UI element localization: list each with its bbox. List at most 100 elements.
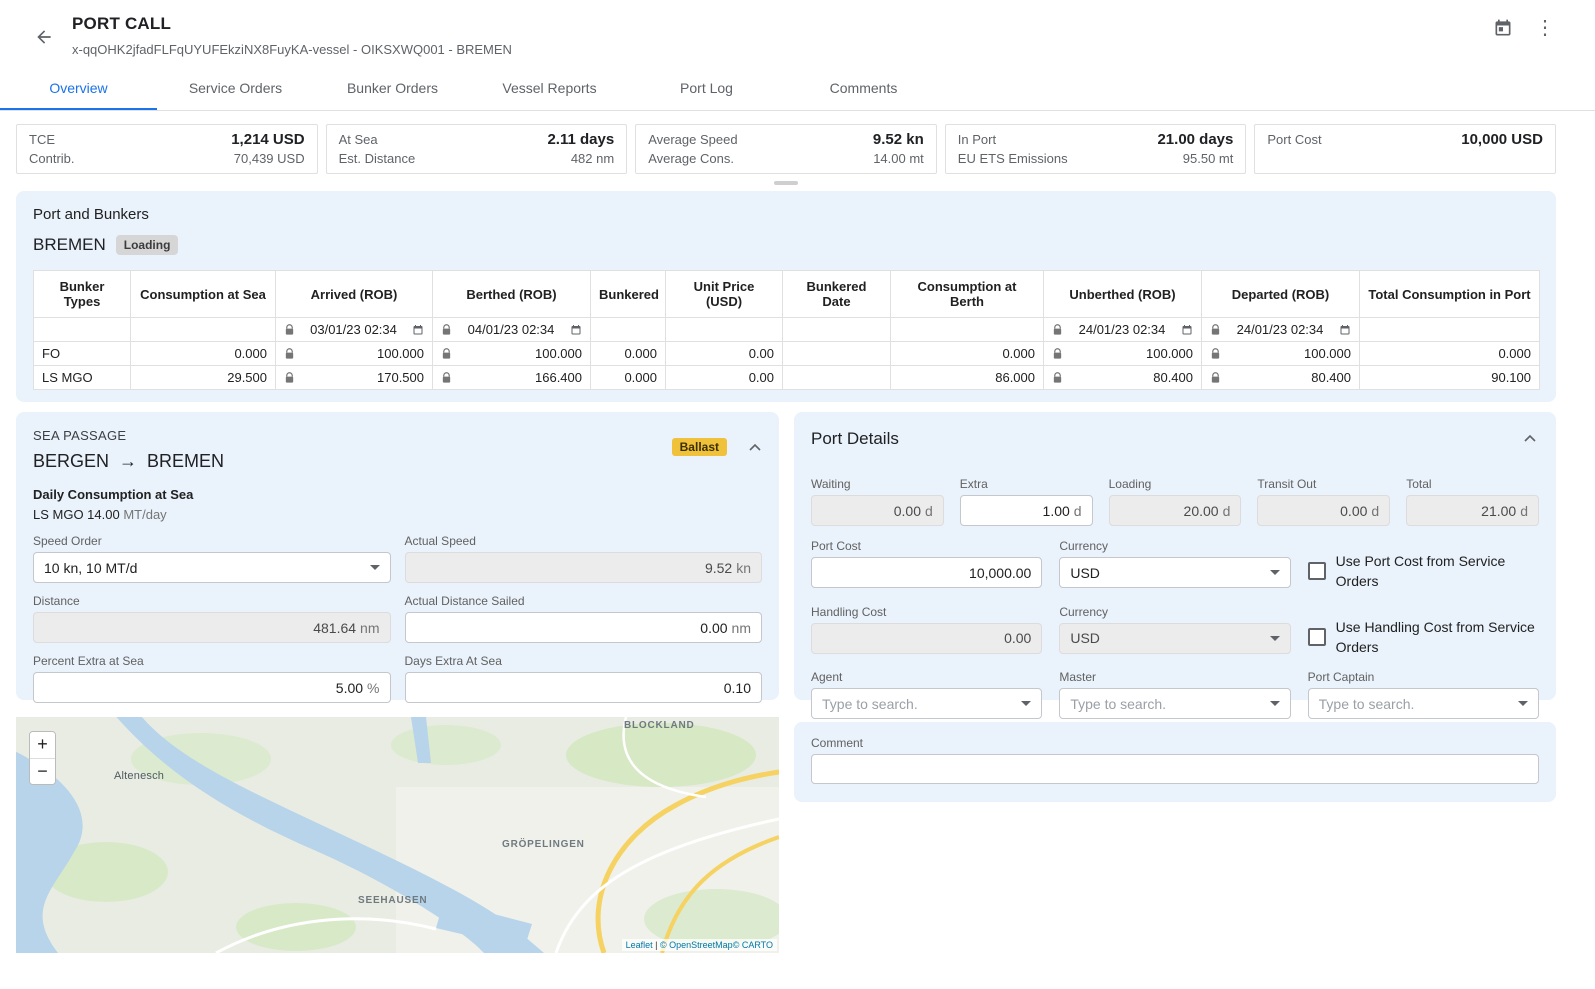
kpi-value: 9.52 kn (873, 131, 924, 148)
cell-bunkered-date[interactable] (783, 342, 891, 366)
loading-badge: Loading (116, 235, 179, 255)
kpi-label: Average Speed (648, 132, 737, 147)
cell-consumption-at-sea[interactable]: 0.000 (131, 342, 276, 366)
lock-icon (1052, 372, 1063, 384)
arrived-date-cell[interactable]: 03/01/23 02:34 (276, 318, 433, 342)
cell-unberthed-rob[interactable]: 80.400 (1044, 366, 1202, 390)
chevron-down-icon (1518, 701, 1528, 706)
carto-link[interactable]: © CARTO (733, 940, 773, 950)
cell-empty (1360, 318, 1540, 342)
currency-label: Currency (1059, 605, 1290, 619)
cell-total-consumption: 0.000 (1360, 342, 1540, 366)
use-port-cost-checkbox[interactable] (1308, 562, 1326, 580)
route-map[interactable]: BLOCKLAND Altenesch GRÖPELINGEN SEEHAUSE… (16, 717, 779, 953)
cell-arrived-rob[interactable]: 170.500 (276, 366, 433, 390)
back-button[interactable] (34, 17, 54, 57)
cell-berthed-rob[interactable]: 166.400 (433, 366, 591, 390)
percent-extra-label: Percent Extra at Sea (33, 654, 391, 668)
cell-arrived-rob[interactable]: 100.000 (276, 342, 433, 366)
kpi-label: TCE (29, 132, 55, 147)
cell-total-consumption: 90.100 (1360, 366, 1540, 390)
topbar: PORT CALL x-qqOHK2jfadFLFqUYUFEkziNX8Fuy… (0, 0, 1595, 57)
tab-bunker-orders[interactable]: Bunker Orders (314, 67, 471, 110)
zoom-in-button[interactable]: + (30, 732, 55, 758)
cell-bunkered-date[interactable] (783, 366, 891, 390)
kpi-card-port-cost: Port Cost10,000 USD (1254, 124, 1556, 174)
total-field: 21.00d (1406, 495, 1539, 526)
map-zoom-control: + − (29, 731, 56, 785)
agent-search-input[interactable]: Type to search. (811, 688, 1042, 719)
map-canvas: BLOCKLAND Altenesch GRÖPELINGEN SEEHAUSE… (16, 717, 779, 953)
arrived-date[interactable]: 03/01/23 02:34 (299, 322, 408, 337)
departed-date[interactable]: 24/01/23 02:34 (1225, 322, 1335, 337)
col-bunkered: Bunkered (591, 271, 666, 318)
speed-order-select[interactable]: 10 kn, 10 MT/d (33, 552, 391, 583)
chevron-down-icon (1270, 570, 1280, 575)
osm-link[interactable]: © OpenStreetMap (660, 940, 733, 950)
tab-comments[interactable]: Comments (785, 67, 942, 110)
kpi-value: 10,000 USD (1461, 131, 1543, 148)
port-cost-field[interactable]: 10,000.00 (811, 557, 1042, 588)
actual-speed-label: Actual Speed (405, 534, 763, 548)
comment-input[interactable] (811, 754, 1539, 784)
daily-consumption-label: Daily Consumption at Sea (33, 487, 762, 502)
cell-consumption-at-sea[interactable]: 29.500 (131, 366, 276, 390)
waiting-field: 0.00d (811, 495, 944, 526)
tab-vessel-reports[interactable]: Vessel Reports (471, 67, 628, 110)
zoom-out-button[interactable]: − (30, 758, 55, 784)
port-captain-search-input[interactable]: Type to search. (1308, 688, 1539, 719)
kpi-card-average-speed: Average Speed9.52 kn Average Cons.14.00 … (635, 124, 937, 174)
collapse-port-details-button[interactable] (1524, 434, 1536, 442)
kpi-subvalue: 14.00 mt (873, 151, 924, 166)
lock-icon (1052, 324, 1063, 336)
cell-bunkered[interactable]: 0.000 (591, 342, 666, 366)
cell-consumption-at-berth[interactable]: 0.000 (891, 342, 1044, 366)
cell-empty (666, 318, 783, 342)
cell-consumption-at-berth[interactable]: 86.000 (891, 366, 1044, 390)
map-label-altenesch: Altenesch (114, 770, 164, 782)
cell-unit-price[interactable]: 0.00 (666, 366, 783, 390)
unberthed-date-cell[interactable]: 24/01/23 02:34 (1044, 318, 1202, 342)
extra-field[interactable]: 1.00d (960, 495, 1093, 526)
col-berthed-rob: Berthed (ROB) (433, 271, 591, 318)
cell-unit-price[interactable]: 0.00 (666, 342, 783, 366)
cell-unberthed-rob[interactable]: 100.000 (1044, 342, 1202, 366)
cell-departed-rob[interactable]: 100.000 (1202, 342, 1360, 366)
kpi-subvalue: 95.50 mt (1183, 151, 1234, 166)
drag-handle[interactable] (774, 181, 798, 185)
leaflet-link[interactable]: Leaflet (626, 940, 653, 950)
berthed-date[interactable]: 04/01/23 02:34 (456, 322, 566, 337)
collapse-sea-passage-button[interactable] (749, 443, 761, 451)
map-attribution: Leaflet | © OpenStreetMap© CARTO (622, 939, 777, 951)
berthed-date-cell[interactable]: 04/01/23 02:34 (433, 318, 591, 342)
days-extra-field[interactable]: 0.10 (405, 672, 763, 703)
more-menu-button[interactable]: ⋮ (1535, 18, 1555, 38)
tab-service-orders[interactable]: Service Orders (157, 67, 314, 110)
departed-date-cell[interactable]: 24/01/23 02:34 (1202, 318, 1360, 342)
port-captain-label: Port Captain (1308, 670, 1539, 684)
unberthed-date[interactable]: 24/01/23 02:34 (1067, 322, 1177, 337)
table-row-fo: FO 0.000 100.000 100.000 0.000 0.00 0.00… (34, 342, 1540, 366)
agent-label: Agent (811, 670, 1042, 684)
tab-bar: Overview Service Orders Bunker Orders Ve… (0, 67, 1595, 111)
lock-icon (441, 372, 452, 384)
tab-overview[interactable]: Overview (0, 67, 157, 110)
port-cost-currency-select[interactable]: USD (1059, 557, 1290, 588)
lock-icon (284, 372, 295, 384)
tab-port-log[interactable]: Port Log (628, 67, 785, 110)
kpi-value: 2.11 days (547, 131, 614, 148)
daily-consumption-unit: MT/day (123, 507, 166, 522)
comment-label: Comment (811, 736, 1539, 750)
percent-extra-field[interactable]: 5.00% (33, 672, 391, 703)
cell-departed-rob[interactable]: 80.400 (1202, 366, 1360, 390)
cell-berthed-rob[interactable]: 100.000 (433, 342, 591, 366)
master-search-input[interactable]: Type to search. (1059, 688, 1290, 719)
calendar-button[interactable] (1493, 18, 1513, 38)
port-call-page: PORT CALL x-qqOHK2jfadFLFqUYUFEkziNX8Fuy… (0, 0, 1595, 989)
actual-distance-field[interactable]: 0.00nm (405, 612, 763, 643)
kpi-label: In Port (958, 132, 996, 147)
cell-bunkered[interactable]: 0.000 (591, 366, 666, 390)
use-handling-cost-checkbox[interactable] (1308, 628, 1326, 646)
lock-icon (441, 324, 452, 336)
kpi-value: 21.00 days (1157, 131, 1233, 148)
